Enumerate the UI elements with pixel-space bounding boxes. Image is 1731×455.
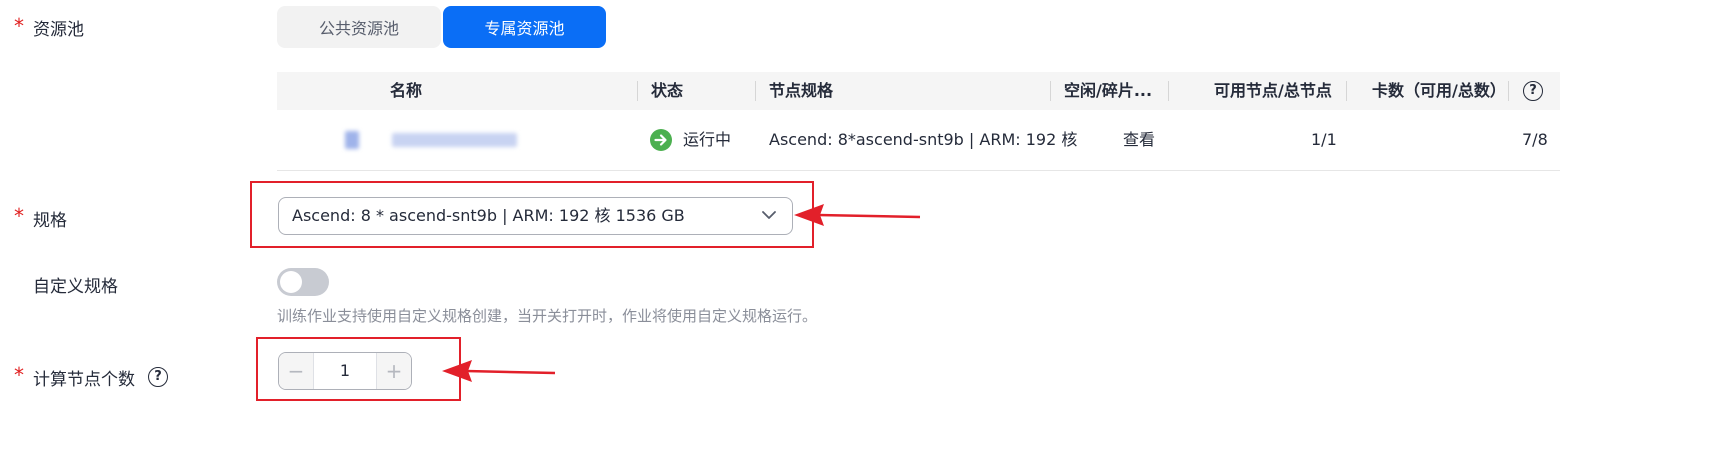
required-mark: * (14, 363, 24, 387)
column-divider (755, 81, 756, 101)
col-idle: 空闲/碎片... (1064, 81, 1153, 100)
custom-spec-hint: 训练作业支持使用自定义规格创建，当开关打开时，作业将使用自定义规格运行。 (277, 307, 818, 325)
cards-value: 7/8 (1522, 130, 1548, 149)
toggle-knob (280, 271, 302, 293)
table-row[interactable]: 运行中 Ascend: 8*ascend-snt9b | ARM: 192 核 … (277, 111, 1560, 171)
required-mark: * (14, 14, 24, 38)
view-idle-link[interactable]: 查看 (1123, 111, 1155, 169)
tab-public-pool[interactable]: 公共资源池 (277, 6, 441, 48)
pool-table-header: 名称 状态 节点规格 空闲/碎片... 可用节点/总节点 卡数（可用/总数） ? (277, 72, 1560, 110)
col-status: 状态 (651, 81, 684, 100)
annotation-box-node-count (256, 337, 461, 401)
required-mark: * (14, 204, 24, 228)
tab-dedicated-pool-label: 专属资源池 (484, 19, 565, 38)
annotation-arrow-icon (442, 360, 556, 382)
spec-label: 规格 (33, 211, 67, 231)
status-text: 运行中 (683, 130, 732, 149)
node-count-label: 计算节点个数 (33, 370, 135, 390)
column-divider (1050, 81, 1051, 101)
node-spec-text: Ascend: 8*ascend-snt9b | ARM: 192 核 (769, 130, 1078, 149)
nodes-value: 1/1 (1311, 130, 1337, 149)
tab-public-pool-label: 公共资源池 (318, 19, 399, 38)
column-divider (1168, 81, 1169, 101)
column-divider (1346, 81, 1347, 101)
column-divider (637, 81, 638, 101)
question-circle-icon[interactable]: ? (1523, 81, 1543, 101)
annotation-box-spec (250, 181, 814, 248)
annotation-arrow-icon (794, 204, 921, 226)
tab-dedicated-pool[interactable]: 专属资源池 (443, 6, 606, 48)
col-cards: 卡数（可用/总数） (1372, 81, 1506, 100)
col-nodes: 可用节点/总节点 (1214, 81, 1332, 100)
custom-spec-toggle[interactable] (277, 268, 329, 296)
custom-spec-label: 自定义规格 (33, 277, 118, 297)
resource-pool-label: 资源池 (33, 20, 84, 40)
col-name: 名称 (390, 81, 423, 100)
question-circle-icon[interactable]: ? (148, 367, 168, 387)
column-divider (1508, 81, 1509, 101)
col-node-spec: 节点规格 (769, 81, 834, 100)
arrow-right-circle-icon (649, 111, 675, 169)
